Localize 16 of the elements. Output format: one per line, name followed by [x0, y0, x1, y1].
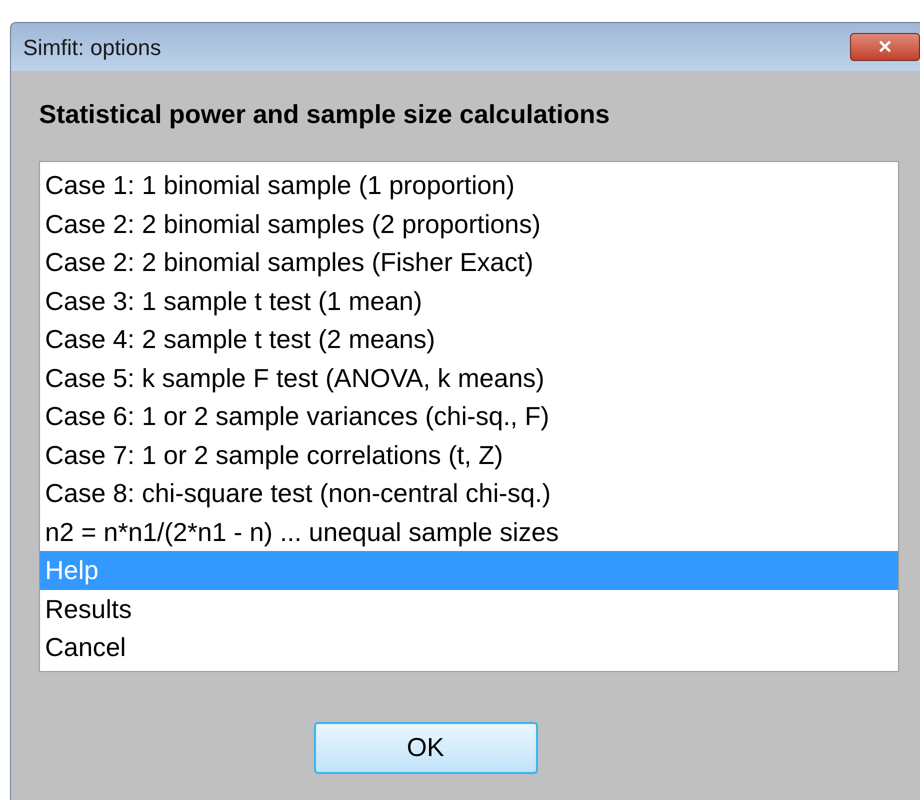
list-item[interactable]: Case 5: k sample F test (ANOVA, k means)	[40, 358, 898, 397]
list-item[interactable]: Case 2: 2 binomial samples (Fisher Exact)	[40, 243, 898, 282]
dialog-heading: Statistical power and sample size calculations	[39, 98, 611, 131]
list-item[interactable]: Case 4: 2 sample t test (2 means)	[40, 320, 898, 358]
list-item[interactable]: Case 2: 2 binomial samples (2 proportions)	[40, 204, 898, 243]
list-item[interactable]: Case 8: chi-square test (non-central chi-sq.)	[40, 474, 898, 512]
list-item[interactable]: Case 7: 1 or 2 sample correlations (t, Z)	[40, 436, 898, 474]
list-item[interactable]: Case 6: 1 or 2 sample variances (chi-sq., F)	[40, 397, 898, 436]
ok-button[interactable]: OK	[314, 722, 538, 774]
list-item[interactable]: n2 = n*n1/(2*n1 - n) ... unequal sample sizes	[40, 512, 898, 551]
close-button[interactable]: ✕	[850, 33, 920, 61]
window-title: Simfit: options	[23, 34, 162, 62]
list-item[interactable]: Results	[40, 590, 898, 628]
list-item[interactable]: Cancel	[40, 628, 898, 666]
list-item[interactable]: Case 1: 1 binomial sample (1 proportion)	[40, 166, 898, 204]
list-item[interactable]: Case 3: 1 sample t test (1 mean)	[40, 282, 898, 320]
